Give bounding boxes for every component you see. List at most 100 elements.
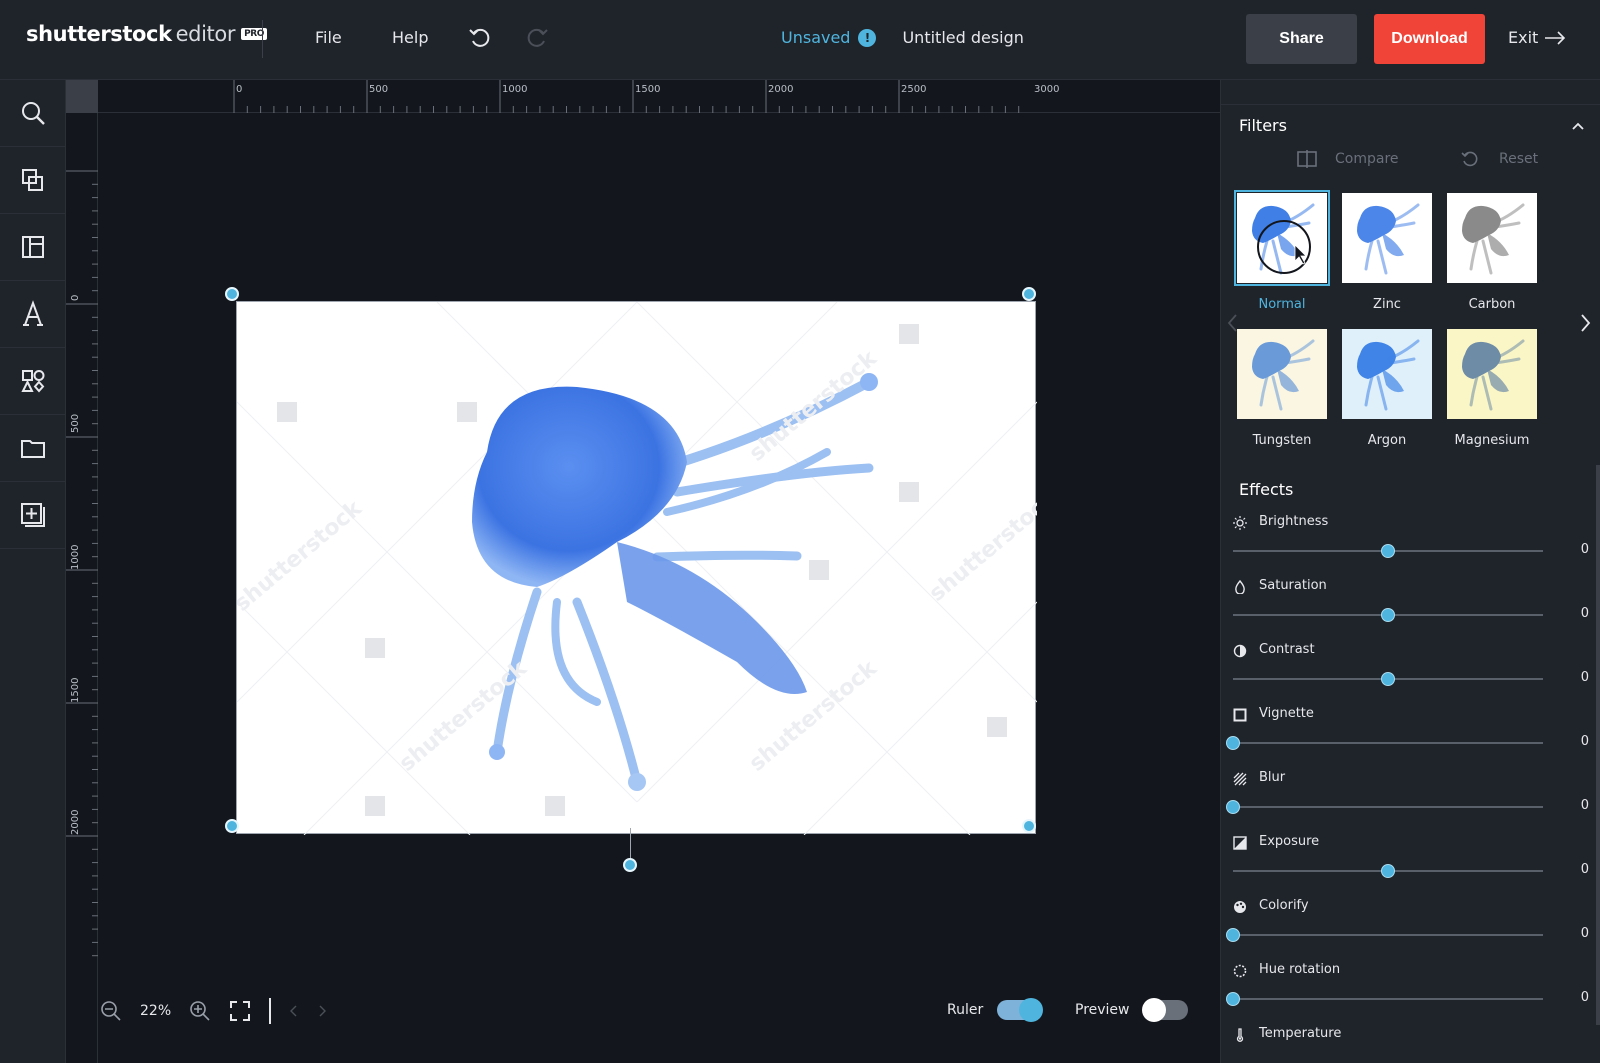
effect-slider-track[interactable] — [1233, 998, 1543, 1000]
filter-thumb-argon[interactable] — [1342, 329, 1432, 419]
ruler-left-label: 2000 — [70, 809, 81, 835]
filter-thumb-zinc[interactable] — [1342, 193, 1432, 283]
ruler-left-label: 1500 — [70, 677, 81, 703]
rotate-handle[interactable] — [623, 858, 637, 872]
chevron-right-icon[interactable] — [1578, 312, 1592, 334]
effect-label: Temperature — [1259, 1026, 1342, 1041]
canvas-area[interactable]: 0 500 1000 1500 2000 2500 3000 0 500 100… — [66, 80, 1220, 1063]
vignette-icon — [1233, 707, 1247, 722]
effect-label: Brightness — [1259, 514, 1329, 529]
effect-label: Exposure — [1259, 834, 1320, 849]
resize-handle-bottom-left[interactable] — [225, 819, 239, 833]
preview-toggle[interactable] — [1141, 998, 1188, 1022]
effect-slider-knob[interactable] — [1226, 736, 1240, 750]
preview-toggle-group: Preview — [1075, 998, 1188, 1022]
ruler-left-label: 1000 — [70, 544, 81, 570]
rail-text[interactable] — [0, 281, 66, 348]
panel-scrollbar[interactable] — [1596, 465, 1600, 1025]
rail-templates[interactable] — [0, 214, 66, 281]
redo-icon[interactable] — [524, 25, 550, 51]
jellyfish-thumbnail — [1357, 203, 1420, 275]
filter-thumb-tungsten[interactable] — [1237, 329, 1327, 419]
effect-slider-track[interactable] — [1233, 742, 1543, 744]
rail-resize[interactable] — [0, 147, 66, 214]
effect-slider-knob[interactable] — [1226, 800, 1240, 814]
thermometer-icon — [1233, 1027, 1247, 1042]
chevron-left-icon[interactable] — [1226, 312, 1240, 334]
chevron-right-icon[interactable] — [317, 1005, 327, 1017]
effect-label: Saturation — [1259, 578, 1327, 593]
effect-slider-knob[interactable] — [1381, 608, 1395, 622]
exit-button[interactable]: Exit — [1508, 28, 1566, 47]
filter-label: Normal — [1258, 297, 1306, 312]
effect-value: 0 — [1580, 862, 1589, 877]
filter-thumb-magnesium[interactable] — [1447, 329, 1537, 419]
zoom-out-icon[interactable] — [100, 1000, 122, 1022]
resize-handle-bottom-right[interactable] — [1022, 819, 1036, 833]
app-logo[interactable]: shutterstock editor PRO — [26, 22, 268, 46]
rail-uploads[interactable] — [0, 415, 66, 482]
design-title[interactable]: Untitled design — [902, 28, 1023, 47]
filter-label: Zinc — [1373, 297, 1401, 312]
rail-search[interactable] — [0, 80, 66, 147]
effect-value: 0 — [1580, 990, 1589, 1005]
toggle-knob — [1141, 998, 1166, 1022]
filter-thumb-carbon[interactable] — [1447, 193, 1537, 283]
effect-slider-track[interactable] — [1233, 934, 1543, 936]
resize-handle-top-right[interactable] — [1022, 287, 1036, 301]
zoom-level[interactable]: 22% — [140, 1003, 171, 1019]
chevron-left-icon[interactable] — [289, 1005, 299, 1017]
effect-value: 0 — [1580, 926, 1589, 941]
divider — [269, 998, 272, 1024]
ruler-left-label: 500 — [70, 413, 81, 433]
fit-screen-icon[interactable] — [229, 1000, 251, 1022]
rail-elements[interactable] — [0, 348, 66, 415]
undo-icon[interactable] — [467, 25, 493, 51]
tool-rail — [0, 80, 66, 1063]
warning-icon[interactable]: ! — [858, 28, 877, 47]
effect-label: Vignette — [1259, 706, 1314, 721]
resize-icon — [22, 169, 43, 191]
ruler-toggle[interactable] — [997, 998, 1044, 1022]
resize-handle-top-left[interactable] — [225, 287, 239, 301]
filter-label: Tungsten — [1252, 433, 1312, 448]
effects-title: Effects — [1239, 480, 1294, 499]
effect-slider-knob[interactable] — [1226, 992, 1240, 1006]
ruler-top-label: 500 — [369, 84, 389, 95]
effect-label: Contrast — [1259, 642, 1315, 657]
jellyfish-thumbnail — [1462, 339, 1525, 411]
reset-button[interactable]: Reset — [1461, 150, 1538, 168]
share-button[interactable]: Share — [1246, 14, 1357, 64]
download-button[interactable]: Download — [1374, 14, 1485, 64]
svg-text:shutterstock: shutterstock — [237, 495, 368, 616]
menu-help[interactable]: Help — [392, 28, 428, 47]
exposure-icon — [1233, 835, 1247, 850]
jellyfish-thumbnail — [1252, 339, 1315, 411]
reset-label: Reset — [1499, 151, 1539, 167]
effect-value: 0 — [1580, 670, 1589, 685]
chevron-up-icon[interactable] — [1570, 118, 1586, 134]
filters-title: Filters — [1239, 116, 1287, 135]
compare-button[interactable]: Compare — [1297, 150, 1399, 168]
artboard-image[interactable]: shutterstock shutterstock shutterstock s… — [230, 301, 1063, 836]
effect-slider-track[interactable] — [1233, 806, 1543, 808]
compare-label: Compare — [1335, 151, 1399, 167]
effect-slider-knob[interactable] — [1381, 672, 1395, 686]
filter-thumb-normal[interactable] — [1234, 190, 1330, 286]
folder-icon — [21, 440, 45, 458]
rail-add[interactable] — [0, 482, 66, 549]
menu-file[interactable]: File — [315, 28, 342, 47]
jellyfish-thumbnail — [1462, 203, 1525, 275]
ruler-toggle-label: Ruler — [947, 1002, 984, 1018]
filter-label: Magnesium — [1454, 433, 1530, 448]
ruler-top-label: 2000 — [768, 84, 794, 95]
elements-icon — [21, 370, 45, 393]
compare-icon — [1297, 150, 1317, 168]
ruler-left: 0 500 1000 1500 2000 — [66, 113, 98, 1063]
logo-editor: editor — [175, 22, 236, 46]
blur-icon — [1233, 771, 1247, 786]
effect-slider-knob[interactable] — [1381, 544, 1395, 558]
zoom-in-icon[interactable] — [189, 1000, 211, 1022]
effect-slider-knob[interactable] — [1226, 928, 1240, 942]
effect-slider-knob[interactable] — [1381, 864, 1395, 878]
